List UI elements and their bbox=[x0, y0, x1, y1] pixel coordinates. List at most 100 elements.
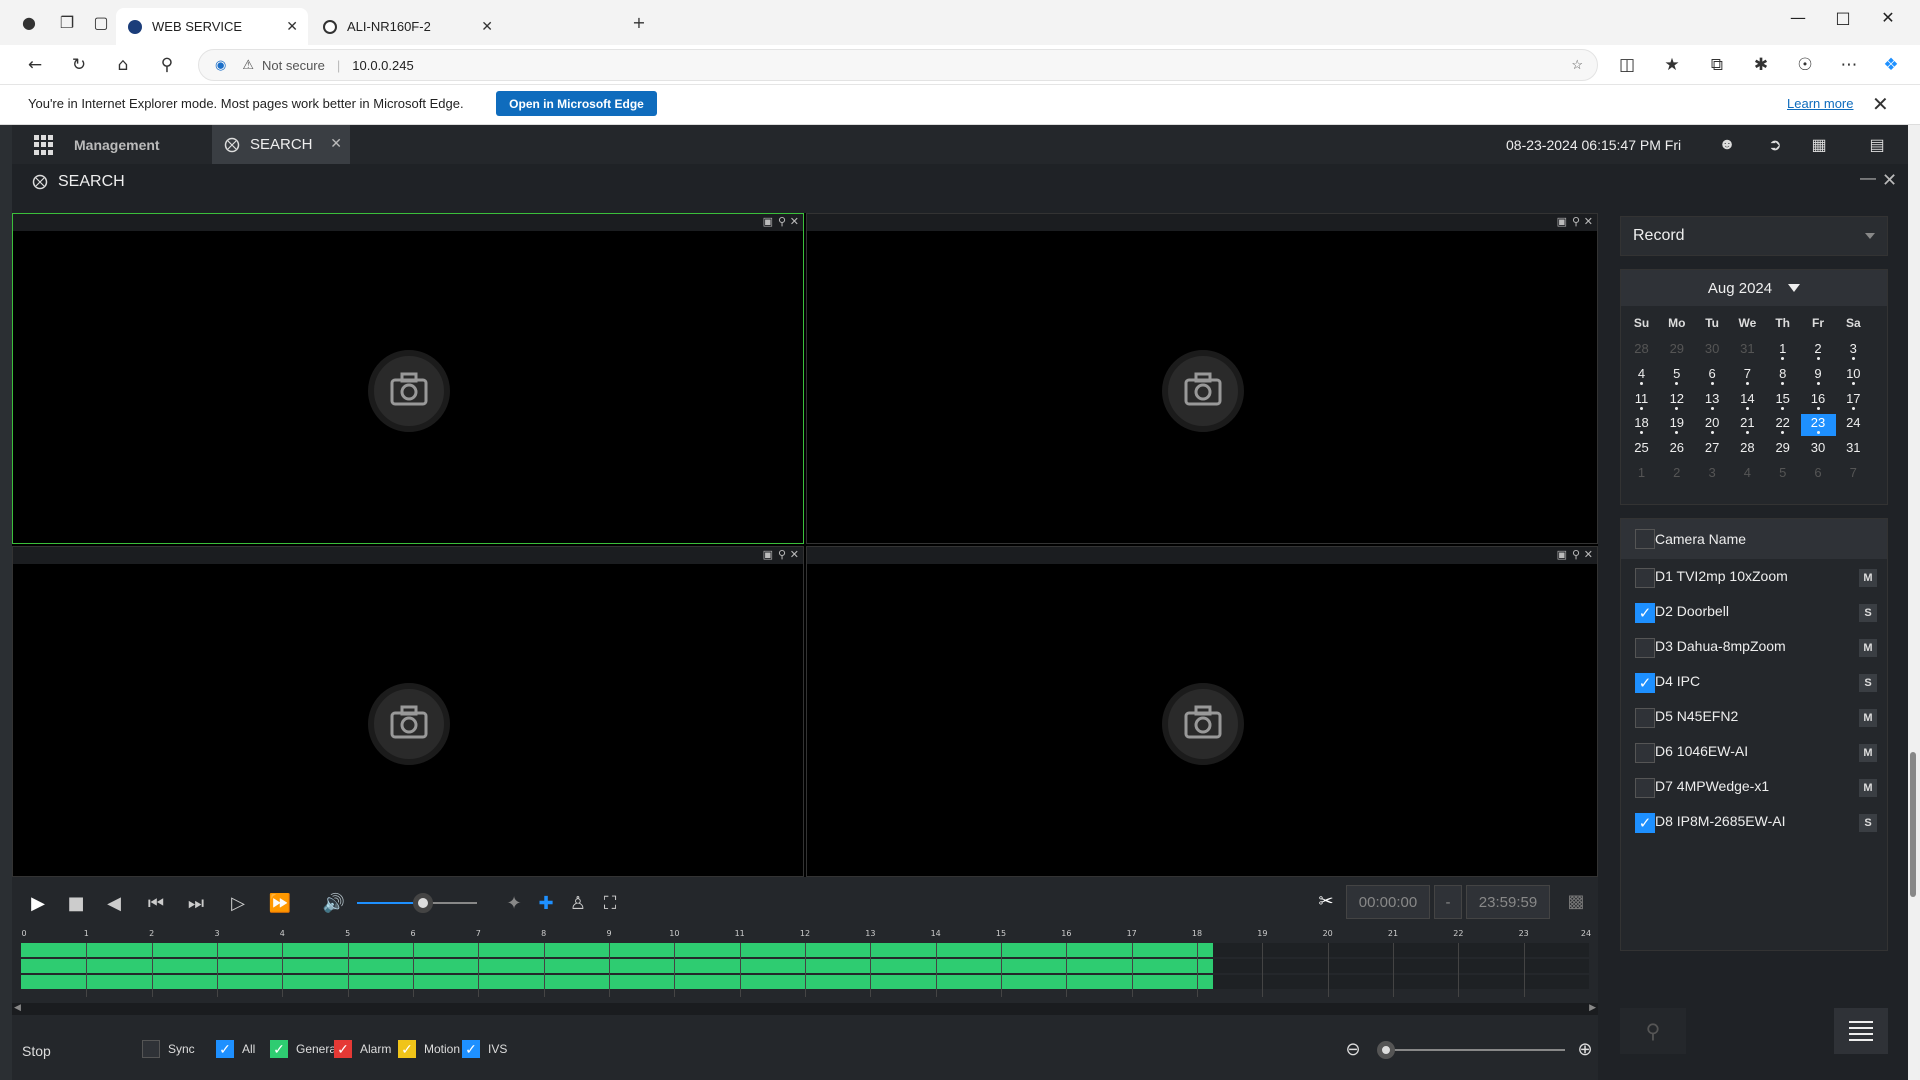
calendar-day[interactable]: 5 bbox=[1659, 365, 1694, 387]
video-window-4[interactable]: ▣ ⚲ ✕ bbox=[806, 546, 1598, 877]
calendar-day[interactable]: 26 bbox=[1659, 439, 1694, 461]
camera-checkbox[interactable]: ✓ bbox=[1635, 813, 1655, 833]
qr-code-icon[interactable]: ▦ bbox=[1808, 134, 1830, 156]
filter-checkbox-alarm[interactable]: ✓ bbox=[334, 1040, 352, 1058]
pin-icon[interactable]: ✦ bbox=[502, 891, 526, 915]
page-scrollbar-thumb[interactable] bbox=[1910, 752, 1916, 897]
camera-checkbox[interactable] bbox=[1635, 778, 1655, 798]
close-window-icon[interactable]: ✕ bbox=[1868, 8, 1908, 27]
camera-checkbox[interactable]: ✓ bbox=[1635, 603, 1655, 623]
camera-checkbox[interactable] bbox=[1635, 638, 1655, 658]
back-icon[interactable]: ← bbox=[24, 54, 46, 76]
calendar-day[interactable]: 30 bbox=[1695, 340, 1730, 362]
calendar-day[interactable]: 31 bbox=[1730, 340, 1765, 362]
close-panel-icon[interactable]: ✕ bbox=[1882, 170, 1897, 191]
stream-type-toggle[interactable]: S bbox=[1859, 814, 1877, 832]
calendar-day[interactable]: 15 bbox=[1765, 390, 1800, 412]
scroll-right-icon[interactable]: ▶ bbox=[1589, 1003, 1596, 1013]
logout-icon[interactable]: ➲ bbox=[1764, 134, 1786, 156]
snapshot-icon[interactable]: ▣ bbox=[763, 215, 773, 228]
record-type-select[interactable]: Record bbox=[1620, 216, 1888, 256]
snapshot-icon[interactable]: ▣ bbox=[1557, 215, 1567, 228]
timeline-track[interactable]: 0 1 2 3 4 5 6 7 8 9 10 11 12 13 14 15 16 17 18 19 20 21 22 23 24 bbox=[21, 929, 1591, 1013]
snapshot-icon[interactable]: ▣ bbox=[763, 548, 773, 561]
calendar-day[interactable]: 7 bbox=[1730, 365, 1765, 387]
calendar-day[interactable]: 31 bbox=[1836, 439, 1871, 461]
recording-segment[interactable] bbox=[21, 975, 1214, 989]
calendar-day[interactable]: 8 bbox=[1765, 365, 1800, 387]
calendar-day[interactable]: 6 bbox=[1801, 464, 1836, 486]
calendar-day[interactable]: 28 bbox=[1624, 340, 1659, 362]
stop-button[interactable]: ■ bbox=[64, 891, 88, 915]
camera-list-item[interactable]: ✓ D8 IP8M-2685EW-AI S bbox=[1621, 804, 1887, 839]
slow-play-button[interactable]: ▷ bbox=[226, 891, 250, 915]
video-window-3[interactable]: ▣ ⚲ ✕ bbox=[12, 546, 804, 877]
filter-checkbox-ivs[interactable]: ✓ bbox=[462, 1040, 480, 1058]
calendar-day[interactable]: 19 bbox=[1659, 414, 1694, 436]
calendar-day[interactable]: 1 bbox=[1624, 464, 1659, 486]
calendar-day[interactable]: 6 bbox=[1695, 365, 1730, 387]
clip-start-time[interactable]: 00:00:00 bbox=[1346, 885, 1430, 919]
camera-list-item[interactable]: ✓ D4 IPC S bbox=[1621, 664, 1887, 699]
stream-type-toggle[interactable]: M bbox=[1859, 744, 1877, 762]
zoom-in-icon[interactable]: ⊕ bbox=[1574, 1038, 1596, 1060]
calendar-day[interactable]: 4 bbox=[1730, 464, 1765, 486]
workspaces-icon[interactable]: ❐ bbox=[56, 12, 78, 32]
close-window-icon[interactable]: ✕ bbox=[790, 548, 799, 561]
smart-search-button[interactable]: ⚲ bbox=[1620, 1008, 1686, 1054]
calendar-month-selector[interactable]: Aug 2024 bbox=[1621, 270, 1887, 306]
page-scrollbar[interactable] bbox=[1908, 125, 1920, 1080]
tab-actions-icon[interactable]: ▢ bbox=[90, 12, 112, 32]
calendar-day[interactable]: 20 bbox=[1695, 414, 1730, 436]
previous-frame-button[interactable]: ⏮ bbox=[144, 891, 168, 915]
camera-checkbox[interactable] bbox=[1635, 708, 1655, 728]
scissors-icon[interactable]: ✂ bbox=[1314, 889, 1338, 913]
recording-segment[interactable] bbox=[21, 959, 1214, 973]
copilot-icon[interactable]: ❖ bbox=[1880, 54, 1902, 76]
open-in-edge-button[interactable]: Open in Microsoft Edge bbox=[496, 91, 657, 116]
next-frame-button[interactable]: ⏭ bbox=[184, 891, 208, 915]
stream-type-toggle[interactable]: S bbox=[1859, 674, 1877, 692]
more-icon[interactable]: ⋯ bbox=[1838, 54, 1860, 76]
stream-type-toggle[interactable]: M bbox=[1859, 569, 1877, 587]
camera-list-item[interactable]: D1 TVI2mp 10xZoom M bbox=[1621, 559, 1887, 594]
extensions-icon[interactable]: ✱ bbox=[1750, 54, 1772, 76]
volume-slider-handle[interactable] bbox=[413, 893, 433, 913]
stream-type-toggle[interactable]: M bbox=[1859, 779, 1877, 797]
camera-list-item[interactable]: D7 4MPWedge-x1 M bbox=[1621, 769, 1887, 804]
url-text[interactable]: 10.0.0.245 bbox=[352, 58, 413, 73]
stream-type-toggle[interactable]: S bbox=[1859, 604, 1877, 622]
minimize-icon[interactable]: — bbox=[1778, 8, 1818, 27]
stream-type-toggle[interactable]: M bbox=[1859, 709, 1877, 727]
zoom-icon[interactable]: ⚲ bbox=[778, 548, 786, 561]
calendar-day[interactable]: 5 bbox=[1765, 464, 1800, 486]
save-clip-icon[interactable]: ▩ bbox=[1564, 889, 1588, 913]
profile-icon[interactable]: ● bbox=[18, 12, 40, 32]
camera-checkbox[interactable]: ✓ bbox=[1635, 673, 1655, 693]
video-window-2[interactable]: ▣ ⚲ ✕ bbox=[806, 213, 1598, 544]
calendar-day[interactable]: 9 bbox=[1801, 365, 1836, 387]
calendar-day[interactable]: 30 bbox=[1801, 439, 1836, 461]
zoom-out-icon[interactable]: ⊖ bbox=[1342, 1038, 1364, 1060]
collections-icon[interactable]: ⧉ bbox=[1706, 54, 1728, 76]
clip-end-time[interactable]: 23:59:59 bbox=[1466, 885, 1550, 919]
calendar-day[interactable]: 16 bbox=[1801, 390, 1836, 412]
camera-checkbox[interactable] bbox=[1635, 568, 1655, 588]
smart-search-icon[interactable]: ✚ bbox=[534, 891, 558, 915]
calendar-day[interactable]: 18 bbox=[1624, 414, 1659, 436]
recording-timeline[interactable]: 0 1 2 3 4 5 6 7 8 9 10 11 12 13 14 15 16 17 18 19 20 21 22 23 24… bbox=[12, 927, 1598, 1017]
tab-search[interactable]: SEARCH ✕ bbox=[212, 125, 350, 164]
ie-mode-icon[interactable]: ◉ bbox=[215, 57, 226, 73]
scroll-left-icon[interactable]: ◀ bbox=[14, 1003, 21, 1013]
close-tab-icon[interactable]: ✕ bbox=[481, 18, 493, 35]
browser-tab-ali[interactable]: ALI-NR160F-2 ✕ bbox=[311, 8, 503, 45]
calendar-day[interactable]: 2 bbox=[1801, 340, 1836, 362]
close-search-tab-icon[interactable]: ✕ bbox=[330, 135, 342, 152]
learn-more-link[interactable]: Learn more bbox=[1787, 96, 1853, 111]
calendar-day-selected[interactable]: 23 bbox=[1800, 414, 1836, 437]
camera-list-item[interactable]: ✓ D2 Doorbell S bbox=[1621, 594, 1887, 629]
refresh-icon[interactable]: ↻ bbox=[68, 54, 90, 76]
filter-checkbox-all[interactable]: ✓ bbox=[216, 1040, 234, 1058]
camera-list-item[interactable]: D3 Dahua-8mpZoom M bbox=[1621, 629, 1887, 664]
file-list-button[interactable] bbox=[1834, 1008, 1888, 1054]
